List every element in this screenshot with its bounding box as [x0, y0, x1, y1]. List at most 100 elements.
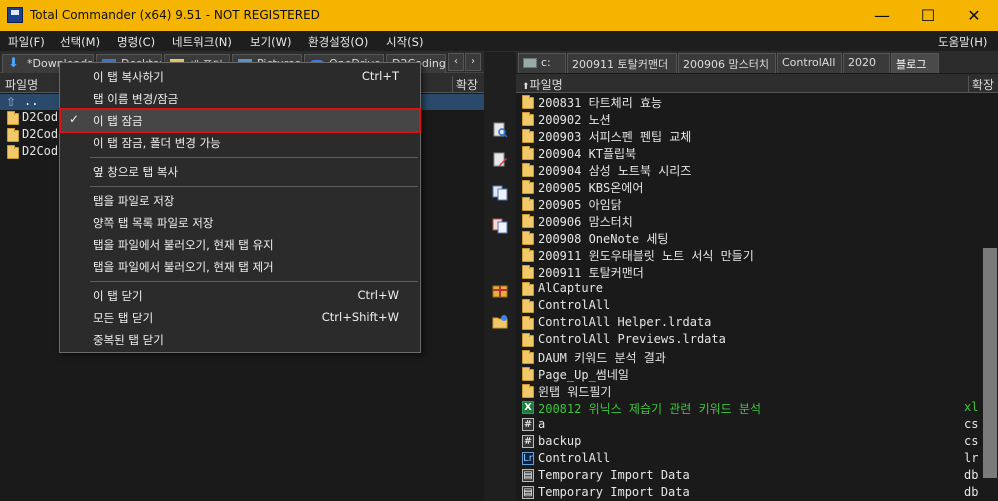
- list-item[interactable]: 윈탭 워드필기: [516, 382, 982, 399]
- menu-start[interactable]: 시작(S): [386, 34, 423, 50]
- menu-separator: [90, 281, 418, 282]
- menu-item-shortcut: Ctrl+Shift+W: [321, 310, 399, 324]
- menu-view[interactable]: 보기(W): [250, 34, 292, 50]
- folder-icon: [522, 163, 534, 177]
- menu-network[interactable]: 네트워크(N): [172, 34, 232, 50]
- file-name: ControlAll: [538, 451, 611, 465]
- folder-icon: [522, 197, 534, 211]
- menu-command[interactable]: 명령(C): [117, 34, 155, 50]
- list-item[interactable]: 200904 삼성 노트북 시리즈: [516, 161, 982, 178]
- file-name: 200905 KBS온에어: [538, 181, 644, 195]
- menu-item[interactable]: 이 탭 닫기 Ctrl+W: [61, 285, 419, 306]
- list-item[interactable]: Page_Up_썸네일: [516, 365, 982, 382]
- menu-config[interactable]: 환경설정(O): [308, 34, 368, 50]
- menu-item[interactable]: 탭을 파일에서 불러오기, 현재 탭 제거: [61, 256, 419, 277]
- column-name-header[interactable]: 파일명: [5, 76, 38, 93]
- menu-item[interactable]: 이 탭 복사하기 Ctrl+T: [61, 66, 419, 87]
- list-item[interactable]: 200908 OneNote 세팅: [516, 229, 982, 246]
- list-item[interactable]: ▤ Temporary Import Data db: [516, 467, 982, 484]
- list-item[interactable]: 200902 노션: [516, 110, 982, 127]
- file-name: ControlAll Helper.lrdata: [538, 315, 712, 329]
- vertical-scrollbar[interactable]: [982, 93, 998, 501]
- list-item[interactable]: 200831 타트체리 효능: [516, 93, 982, 110]
- drive-selector[interactable]: c:: [518, 53, 566, 73]
- column-ext-header[interactable]: 확장: [451, 76, 478, 93]
- scrollbar-thumb[interactable]: [983, 248, 997, 478]
- title-bar: Total Commander (x64) 9.51 - NOT REGISTE…: [0, 0, 998, 31]
- new-folder-icon[interactable]: [492, 314, 508, 330]
- file-icon: #: [522, 435, 534, 448]
- list-item[interactable]: 200903 서피스펜 펜팁 교체: [516, 127, 982, 144]
- file-name: Temporary Import Data: [538, 468, 690, 482]
- menu-item-label: 탭을 파일에서 불러오기, 현재 탭 제거: [93, 260, 274, 274]
- file-name: 200906 맘스터치: [538, 215, 633, 229]
- move-files-icon[interactable]: [492, 218, 508, 234]
- column-ext-header[interactable]: 확장: [967, 76, 994, 93]
- close-button[interactable]: ✕: [951, 0, 997, 31]
- menu-item[interactable]: 이 탭 잠금, 폴더 변경 가능: [61, 132, 419, 153]
- excel-file-icon: X: [522, 401, 534, 414]
- copy-files-icon[interactable]: [492, 185, 508, 201]
- pack-files-icon[interactable]: [492, 282, 508, 298]
- folder-icon: [522, 231, 534, 245]
- folder-icon: [522, 265, 534, 279]
- list-item[interactable]: 200905 아임닭: [516, 195, 982, 212]
- maximize-button[interactable]: ☐: [905, 0, 951, 31]
- menu-item[interactable]: ✓ 이 탭 잠금: [59, 108, 421, 133]
- menu-file[interactable]: 파일(F): [8, 34, 45, 50]
- list-item[interactable]: 200905 KBS온에어: [516, 178, 982, 195]
- list-item[interactable]: # backup cs: [516, 433, 982, 450]
- tab-200911[interactable]: 200911 토탈커맨더: [567, 53, 677, 73]
- tab-controlall[interactable]: ControlAll: [777, 53, 842, 73]
- checkmark-icon: ✓: [69, 112, 80, 126]
- list-item[interactable]: X 200812 위닉스 제습기 관련 키워드 분석 xl: [516, 399, 982, 416]
- list-item[interactable]: 200911 토탈커맨더: [516, 263, 982, 280]
- menu-item[interactable]: 탭 이름 변경/잠금: [61, 88, 419, 109]
- file-name: 200904 삼성 노트북 시리즈: [538, 164, 692, 178]
- folder-icon: [522, 95, 534, 109]
- tab-context-menu: 이 탭 복사하기 Ctrl+T 탭 이름 변경/잠금 ✓ 이 탭 잠금 이 탭 잠금, 폴…: [59, 62, 421, 353]
- list-item[interactable]: Lr ControlAll lr: [516, 450, 982, 467]
- folder-icon: [522, 299, 534, 313]
- column-name-header[interactable]: ⬆파일명: [522, 76, 563, 93]
- menu-item-shortcut: Ctrl+T: [361, 69, 399, 83]
- list-item[interactable]: # a cs: [516, 416, 982, 433]
- menu-item[interactable]: 중복된 탭 닫기: [61, 329, 419, 350]
- file-extension: cs: [964, 417, 979, 431]
- menu-help[interactable]: 도움말(H): [938, 34, 987, 50]
- list-item[interactable]: 200904 KT플립북: [516, 144, 982, 161]
- list-item[interactable]: ▤ Temporary Import Data db: [516, 484, 982, 501]
- file-icon: ▤: [522, 469, 534, 482]
- menu-item[interactable]: 옆 창으로 탭 복사: [61, 161, 419, 182]
- menu-item[interactable]: 양쪽 탭 목록 파일로 저장: [61, 212, 419, 233]
- file-name: D2Cod: [22, 110, 59, 124]
- list-item[interactable]: AlCapture: [516, 280, 982, 297]
- list-item[interactable]: ControlAll Helper.lrdata: [516, 314, 982, 331]
- minimize-button[interactable]: —: [859, 0, 905, 31]
- menu-item[interactable]: 탭을 파일에서 불러오기, 현재 탭 유지: [61, 234, 419, 255]
- file-name: DAUM 키워드 분석 결과: [538, 351, 666, 365]
- app-icon: [7, 7, 23, 23]
- list-item[interactable]: ControlAll Previews.lrdata: [516, 331, 982, 348]
- file-icon: #: [522, 418, 534, 431]
- folder-icon: [522, 214, 534, 228]
- file-name: 200902 노션: [538, 113, 611, 127]
- list-item[interactable]: 200911 윈도우태블릿 노트 서식 만들기: [516, 246, 982, 263]
- folder-icon: [522, 333, 534, 347]
- tab-2020[interactable]: 2020: [843, 53, 890, 73]
- drive-icon: [523, 58, 537, 68]
- folder-icon: [522, 248, 534, 262]
- view-file-icon[interactable]: [492, 122, 508, 138]
- tab-prev-button[interactable]: ‹: [448, 53, 464, 71]
- right-column-header: ⬆파일명 확장: [516, 74, 998, 93]
- tab-next-button[interactable]: ›: [465, 53, 481, 71]
- tab-200906[interactable]: 200906 맘스터치: [678, 53, 776, 73]
- list-item[interactable]: 200906 맘스터치: [516, 212, 982, 229]
- tab-blog[interactable]: 블로그: [891, 53, 939, 73]
- menu-item[interactable]: 모든 탭 닫기 Ctrl+Shift+W: [61, 307, 419, 328]
- menu-select[interactable]: 선택(M): [60, 34, 100, 50]
- list-item[interactable]: ControlAll: [516, 297, 982, 314]
- edit-file-icon[interactable]: [492, 152, 508, 168]
- list-item[interactable]: DAUM 키워드 분석 결과: [516, 348, 982, 365]
- menu-item[interactable]: 탭을 파일로 저장: [61, 190, 419, 211]
